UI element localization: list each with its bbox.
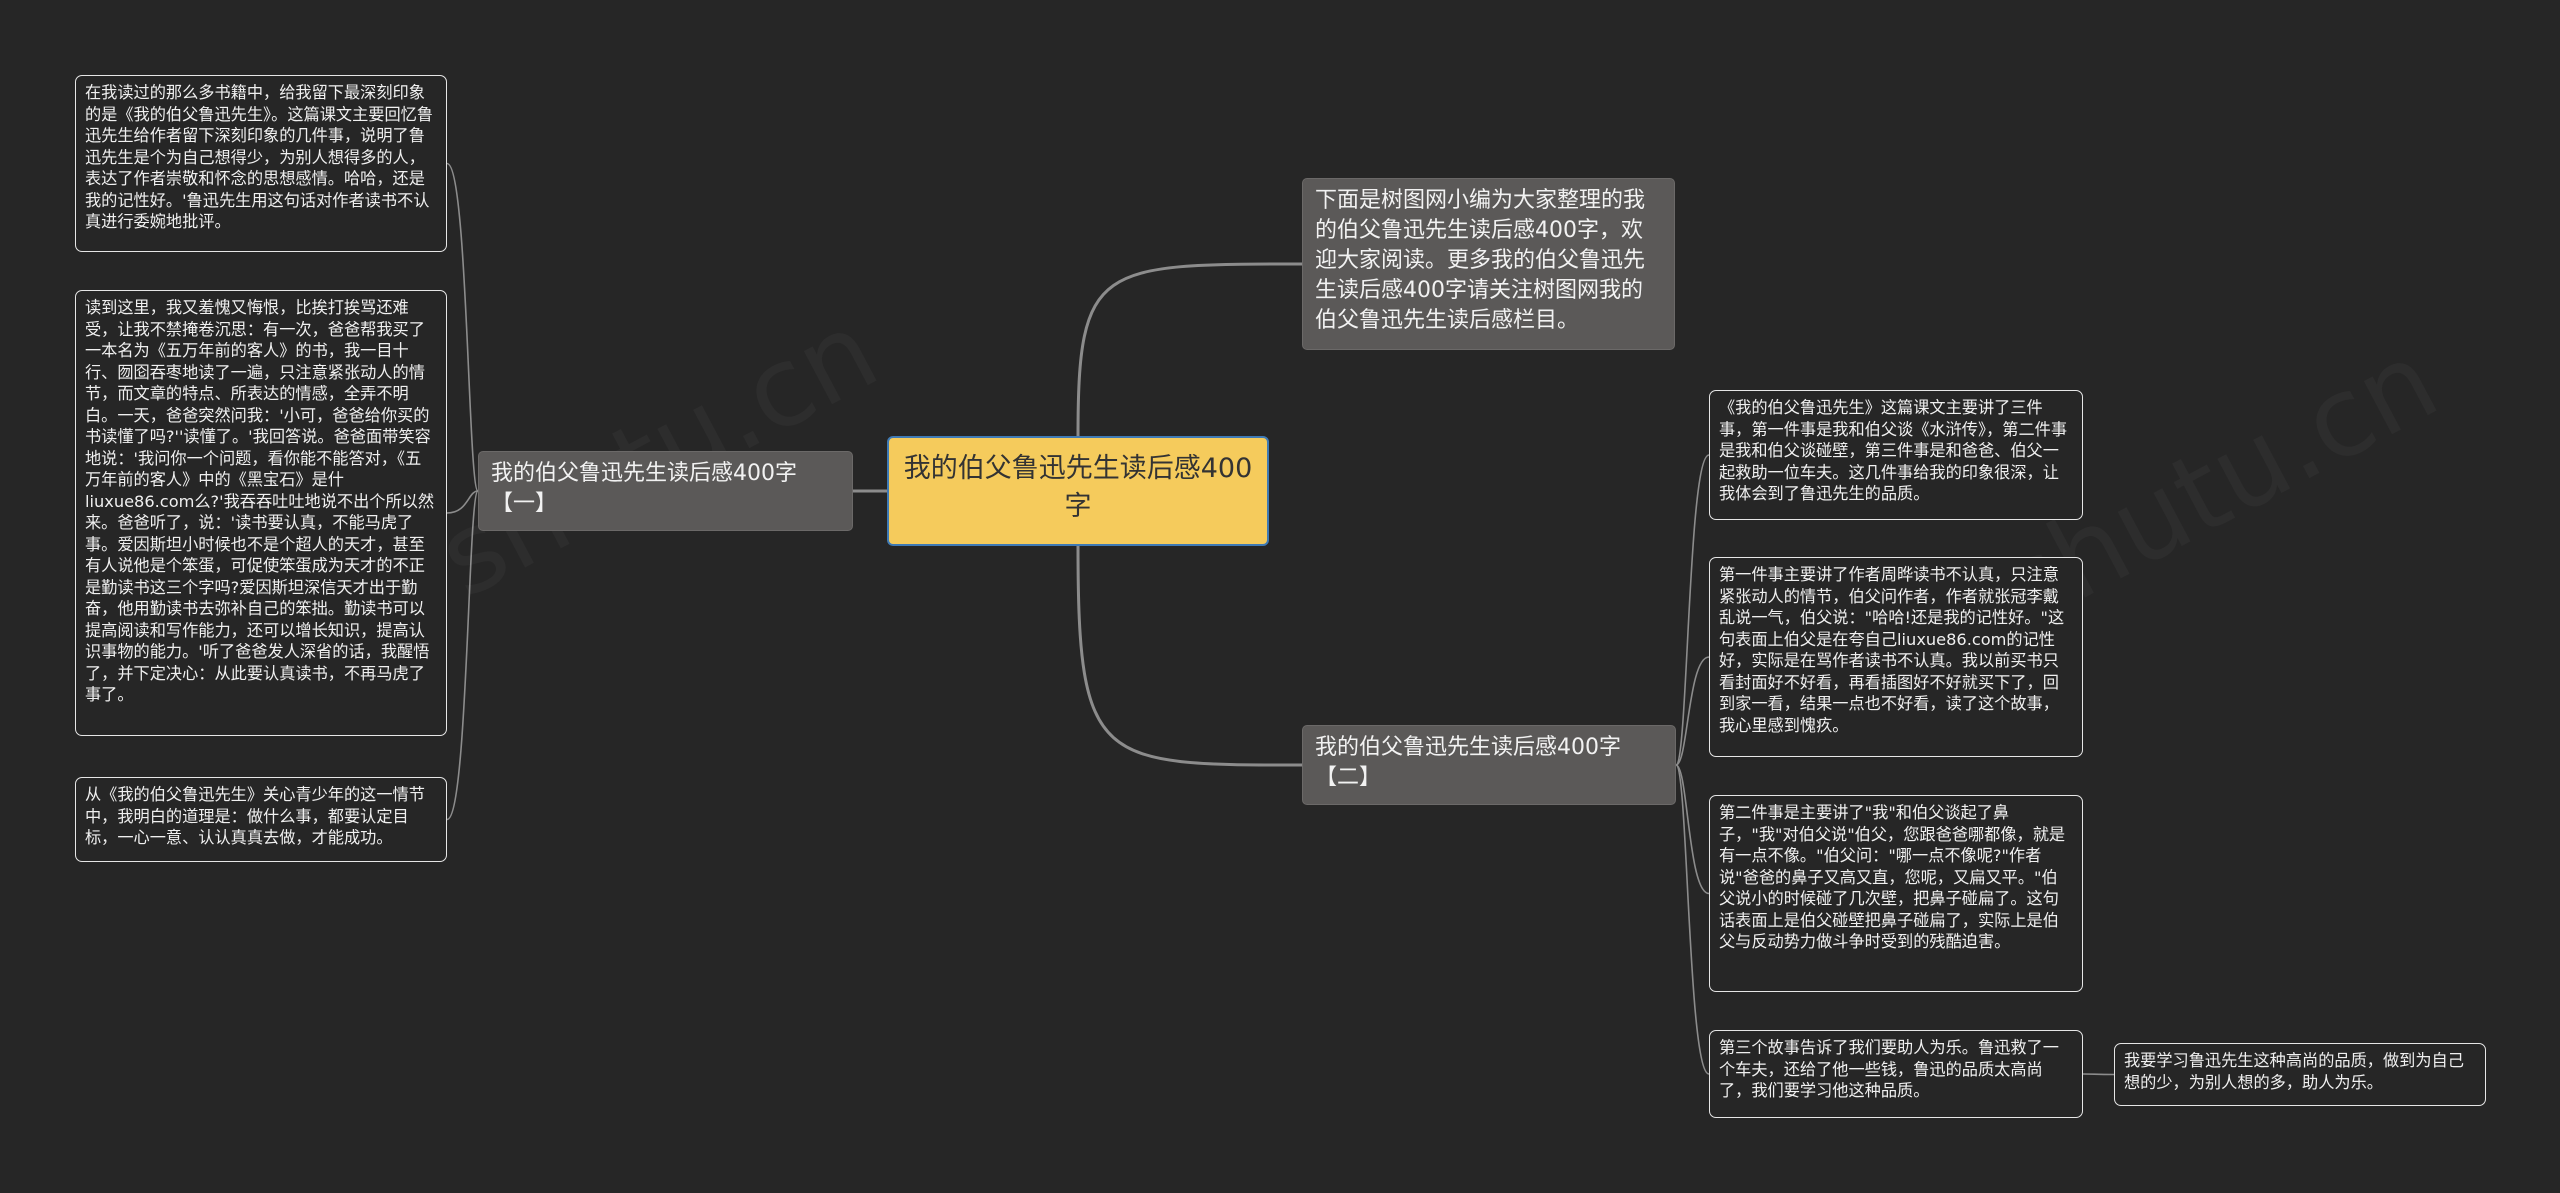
leaf-node[interactable]: 读到这里，我又羞愧又悔恨，比挨打挨骂还难受，让我不禁掩卷沉思：有一次，爸爸帮我买… bbox=[75, 290, 447, 736]
connector-line bbox=[1675, 454, 1710, 766]
connector-line bbox=[2082, 1073, 2115, 1076]
branch-node-part-one[interactable]: 我的伯父鲁迅先生读后感400字【一】 bbox=[478, 451, 853, 531]
central-topic-node[interactable]: 我的伯父鲁迅先生读后感400字 bbox=[887, 436, 1269, 546]
leaf-node[interactable]: 《我的伯父鲁迅先生》这篇课文主要讲了三件事，第一件事是我和伯父谈《水浒传》，第二… bbox=[1709, 390, 2083, 520]
connector-line bbox=[1076, 262, 1303, 437]
connector-line bbox=[1675, 764, 1710, 1075]
connector-line bbox=[446, 162, 479, 492]
leaf-node[interactable]: 第一件事主要讲了作者周晔读书不认真，只注意紧张动人的情节，伯父问作者，作者就张冠… bbox=[1709, 557, 2083, 757]
leaf-node[interactable]: 第二件事是主要讲了"我"和伯父谈起了鼻子，"我"对伯父说"伯父，您跟爸爸哪都像，… bbox=[1709, 795, 2083, 992]
connector-line bbox=[1076, 545, 1303, 767]
leaf-node[interactable]: 第三个故事告诉了我们要助人为乐。鲁迅救了一个车夫，还给了他一些钱，鲁迅的品质太高… bbox=[1709, 1030, 2083, 1118]
leaf-node[interactable]: 我要学习鲁迅先生这种高尚的品质，做到为自己想的少，为别人想的多，助人为乐。 bbox=[2114, 1043, 2486, 1106]
leaf-node[interactable]: 从《我的伯父鲁迅先生》关心青少年的这一情节中，我明白的道理是：做什么事，都要认定… bbox=[75, 777, 447, 862]
branch-node-intro[interactable]: 下面是树图网小编为大家整理的我的伯父鲁迅先生读后感400字，欢迎大家阅读。更多我… bbox=[1302, 178, 1675, 350]
branch-node-part-two[interactable]: 我的伯父鲁迅先生读后感400字【二】 bbox=[1302, 725, 1676, 805]
leaf-node[interactable]: 在我读过的那么多书籍中，给我留下最深刻印象的是《我的伯父鲁迅先生》。这篇课文主要… bbox=[75, 75, 447, 252]
